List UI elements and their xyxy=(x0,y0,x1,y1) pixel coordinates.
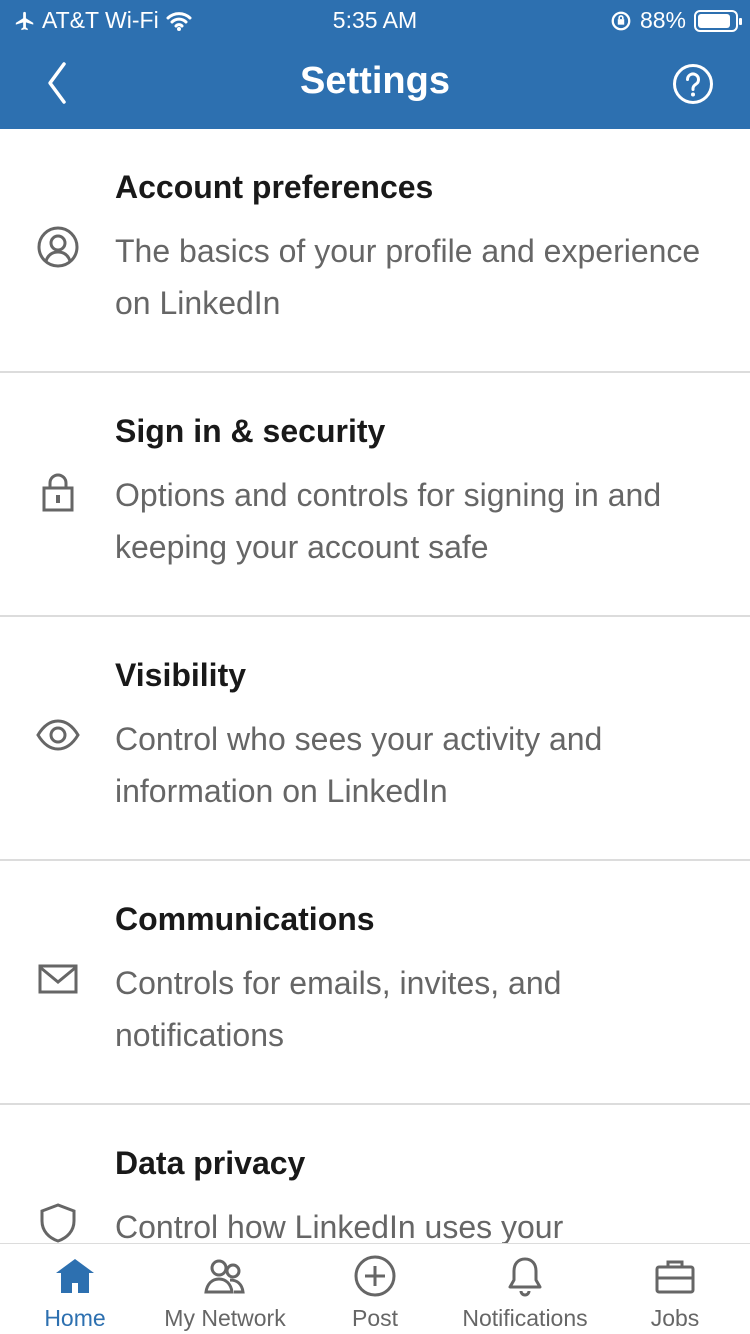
tab-post[interactable]: Post xyxy=(300,1244,450,1334)
tab-jobs[interactable]: Jobs xyxy=(600,1244,750,1334)
bell-icon xyxy=(508,1257,542,1297)
settings-list: Account preferences The basics of your p… xyxy=(0,129,750,1243)
person-circle-icon xyxy=(37,226,79,268)
settings-item-title: Data privacy xyxy=(115,1145,306,1181)
tab-label: Home xyxy=(44,1305,106,1331)
settings-item-description: Controls for emails, invites, and notifi… xyxy=(115,965,562,1053)
tab-label: Jobs xyxy=(650,1305,700,1331)
settings-item-data-privacy[interactable]: Data privacy Control how LinkedIn uses y… xyxy=(0,1105,750,1243)
envelope-icon xyxy=(38,964,78,994)
battery-fill xyxy=(698,13,730,28)
plus-circle-icon xyxy=(354,1255,396,1297)
tab-label: Notifications xyxy=(462,1305,588,1331)
settings-item-title: Sign in & security xyxy=(115,413,386,449)
settings-item-title: Communications xyxy=(115,901,375,937)
page-title: Settings xyxy=(300,60,450,102)
settings-item-description: Control how LinkedIn uses your xyxy=(115,1209,564,1243)
rotation-lock-icon xyxy=(611,11,631,30)
tab-my-network[interactable]: My Network xyxy=(150,1244,300,1334)
tab-home[interactable]: Home xyxy=(0,1244,150,1334)
home-icon xyxy=(56,1259,94,1293)
settings-item-description: Options and controls for signing in and … xyxy=(115,477,662,565)
tab-label: My Network xyxy=(164,1305,286,1331)
settings-item-title: Visibility xyxy=(115,657,247,693)
status-bar: AT&T Wi-Fi 5:35 AM 88% xyxy=(0,0,750,40)
battery-icon xyxy=(694,9,742,32)
shield-icon xyxy=(40,1203,76,1243)
tab-label: Post xyxy=(351,1305,399,1331)
settings-item-description: The basics of your profile and experienc… xyxy=(115,233,701,321)
briefcase-icon xyxy=(655,1260,695,1294)
tab-notifications[interactable]: Notifications xyxy=(450,1244,600,1334)
settings-item-description: Control who sees your activity and infor… xyxy=(115,721,603,809)
nav-bar: Settings xyxy=(0,40,750,128)
people-icon xyxy=(204,1259,245,1294)
lock-icon xyxy=(42,473,74,512)
settings-item-sign-in-security[interactable]: Sign in & security Options and controls … xyxy=(0,373,750,617)
eye-icon xyxy=(36,719,80,751)
settings-item-title: Account preferences xyxy=(115,169,434,205)
battery-percent: 88% xyxy=(639,7,686,33)
settings-item-communications[interactable]: Communications Controls for emails, invi… xyxy=(0,861,750,1105)
settings-item-account-preferences[interactable]: Account preferences The basics of your p… xyxy=(0,129,750,373)
status-right: 88% xyxy=(610,7,742,34)
help-icon[interactable] xyxy=(672,63,714,105)
top-bar: AT&T Wi-Fi 5:35 AM 88% Settings xyxy=(0,0,750,129)
bottom-tab-bar: Home My Network Post Notifications Jobs xyxy=(0,1243,750,1334)
settings-item-visibility[interactable]: Visibility Control who sees your activit… xyxy=(0,617,750,861)
